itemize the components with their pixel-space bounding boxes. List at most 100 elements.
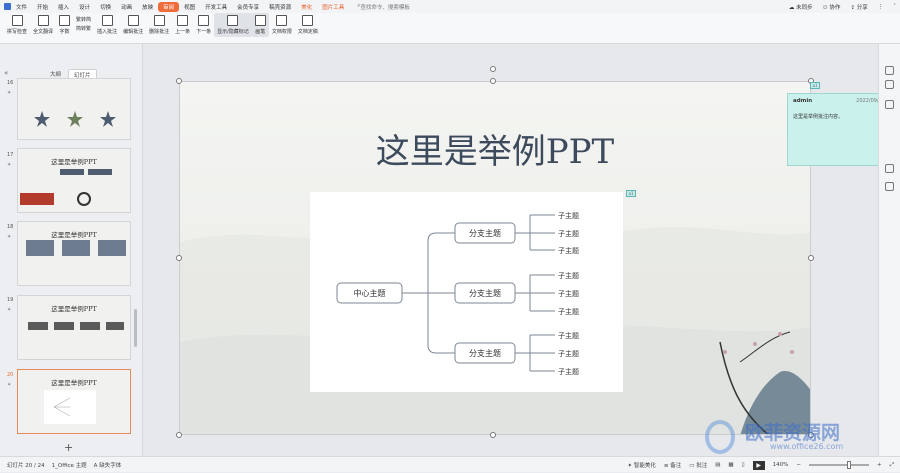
show-hide-markup-button[interactable]: 显示/隐藏标记 [214, 13, 252, 37]
rotate-handle-icon[interactable] [490, 66, 496, 72]
zoom-level[interactable]: 140% [773, 462, 789, 468]
resize-handle[interactable] [490, 78, 496, 84]
missing-font-button[interactable]: A 缺失字体 [94, 461, 122, 469]
mindmap-center: 中心主题 [353, 289, 386, 298]
comment-text[interactable]: 这里是举例批注内容。 [793, 113, 843, 120]
resize-handle[interactable] [176, 78, 182, 84]
doc-finalize-button[interactable]: 文档定稿 [295, 13, 321, 37]
insert-comment-button[interactable]: 插入批注 [94, 13, 120, 37]
mindmap-leaf: 子主题 [558, 272, 579, 280]
menu-home[interactable]: 开始 [32, 3, 53, 11]
star-icon: ✶ [7, 90, 12, 96]
comment-marker[interactable]: a1 [810, 82, 820, 89]
menu-review[interactable]: 审阅 [158, 1, 180, 12]
eye-icon [227, 15, 239, 26]
mindmap-image[interactable]: 中心主题 分支主题 分支主题 分支主题 子主题 子主题 子主题 子主题 子主题 … [310, 192, 623, 392]
right-toolbar [878, 44, 900, 456]
comments-button[interactable]: ▭ 批注 [689, 461, 707, 469]
star-icon: ✶ [7, 307, 12, 313]
mindmap-leaf: 子主题 [558, 247, 579, 255]
slide-number: 19 [7, 297, 14, 303]
menu-beautify[interactable]: 美化 [296, 3, 317, 11]
next-comment-button[interactable]: 下一条 [193, 13, 214, 37]
menu-slideshow[interactable]: 放映 [137, 3, 158, 11]
simp-to-trad-button[interactable]: 繁转简 [76, 16, 91, 23]
comment-author: admin [793, 98, 813, 104]
normal-view-icon[interactable]: ▤ [715, 462, 720, 468]
menu-resources[interactable]: 稿壳资源 [264, 3, 296, 11]
delete-comment-label: 删除批注 [149, 29, 170, 35]
panel-scrollbar[interactable] [134, 309, 137, 347]
mindmap-branch: 分支主题 [469, 289, 501, 298]
collab-button[interactable]: ⚇ 协作 [823, 3, 841, 11]
expand-icon[interactable] [885, 66, 894, 75]
slide-thumb-20[interactable]: 这里是举例PPT [17, 369, 131, 434]
slide-panel: « 大纲 幻灯片 16 ✶ 17 ✶ 这里是举例PPT 18 ✶ 这里是举例PP… [0, 44, 143, 456]
theme-name[interactable]: 1_Office 主题 [52, 461, 87, 469]
lock-icon [276, 15, 288, 26]
share-button[interactable]: ⇪ 分享 [850, 3, 867, 11]
notes-button[interactable]: ≡ 备注 [664, 461, 681, 469]
mindmap-leaf: 子主题 [558, 308, 579, 316]
menu-bar: 文件 开始 插入 设计 切换 动画 放映 审阅 视图 开发工具 会员专享 稿壳资… [0, 0, 900, 13]
slide-thumb-19[interactable]: 这里是举例PPT [17, 295, 131, 360]
slide-thumb-17[interactable]: 这里是举例PPT [17, 148, 131, 213]
menu-file[interactable]: 文件 [11, 3, 32, 11]
slide-title[interactable]: 这里是举例PPT [180, 124, 810, 173]
menu-view[interactable]: 视图 [179, 3, 200, 11]
sync-button[interactable]: ☁ 未同步 [789, 3, 813, 11]
menu-developer[interactable]: 开发工具 [200, 3, 232, 11]
zoom-slider[interactable] [808, 461, 869, 469]
command-search[interactable]: ⌕ 查找命令、搜索模板 [357, 3, 410, 11]
prev-comment-button[interactable]: 上一条 [172, 13, 193, 37]
slide-20-art [44, 390, 96, 424]
slide-number: 17 [7, 152, 14, 158]
add-slide-button[interactable]: + [64, 441, 73, 454]
menu-design[interactable]: 设计 [74, 3, 95, 11]
resize-handle[interactable] [490, 432, 496, 438]
reading-view-icon[interactable]: ▯ [742, 462, 745, 468]
star-icon: ✶ [7, 382, 12, 388]
resize-handle[interactable] [176, 432, 182, 438]
current-slide[interactable]: 这里是举例PPT 中心主题 分支主题 分支主题 分支主题 子主题 子主题 子主题… [179, 81, 811, 435]
trad-to-simp-button[interactable]: 简转繁 [76, 25, 91, 32]
play-icon[interactable]: ▶ [752, 460, 765, 470]
translate-button[interactable]: 全文翻译 [30, 13, 56, 37]
slide-16-art [34, 111, 116, 127]
doc-rights-button[interactable]: 文档权限 [269, 13, 295, 37]
fit-window-icon[interactable]: ⤢ [890, 462, 894, 469]
menu-insert[interactable]: 插入 [53, 3, 74, 11]
translate-icon [37, 15, 49, 26]
slide-thumb-18[interactable]: 这里是举例PPT [17, 221, 131, 286]
delete-comment-button[interactable]: 删除批注 [146, 13, 172, 37]
menu-member[interactable]: 会员专享 [232, 3, 264, 11]
zoom-slider-thumb[interactable] [846, 461, 851, 469]
spell-check-button[interactable]: 拼写检查 [4, 13, 30, 37]
collapse-ribbon-icon[interactable]: ˆ [893, 4, 896, 10]
design-icon[interactable] [885, 80, 894, 89]
comment-marker[interactable]: a1 [626, 190, 636, 197]
edit-comment-button[interactable]: 编辑批注 [120, 13, 146, 37]
collab-label: 协作 [829, 4, 841, 11]
beautify-button[interactable]: ✦ 智能美化 [627, 461, 655, 469]
animation-icon[interactable] [885, 164, 894, 173]
location-icon[interactable] [885, 182, 894, 191]
collapse-panel-icon[interactable]: « [4, 69, 8, 77]
zoom-in-icon[interactable]: + [877, 462, 882, 468]
menu-animation[interactable]: 动画 [116, 3, 137, 11]
menu-transitions[interactable]: 切换 [95, 3, 116, 11]
style-icon[interactable] [885, 100, 894, 109]
ink-button[interactable]: 画笔 [251, 13, 269, 37]
resize-handle[interactable] [808, 255, 814, 261]
zoom-out-icon[interactable]: − [796, 462, 801, 468]
sorter-view-icon[interactable]: ▦ [728, 462, 733, 468]
slide-thumb-16[interactable] [17, 78, 131, 140]
sync-label: 未同步 [796, 4, 813, 11]
more-icon[interactable]: ⋮ [878, 4, 884, 10]
next-label: 下一条 [196, 29, 212, 35]
resize-handle[interactable] [176, 255, 182, 261]
menu-picture-tools[interactable]: 图片工具 [317, 3, 349, 11]
slide-number: 20 [7, 372, 14, 378]
edit-comment-label: 编辑批注 [123, 29, 144, 35]
word-count-button[interactable]: 字数 [56, 13, 73, 37]
